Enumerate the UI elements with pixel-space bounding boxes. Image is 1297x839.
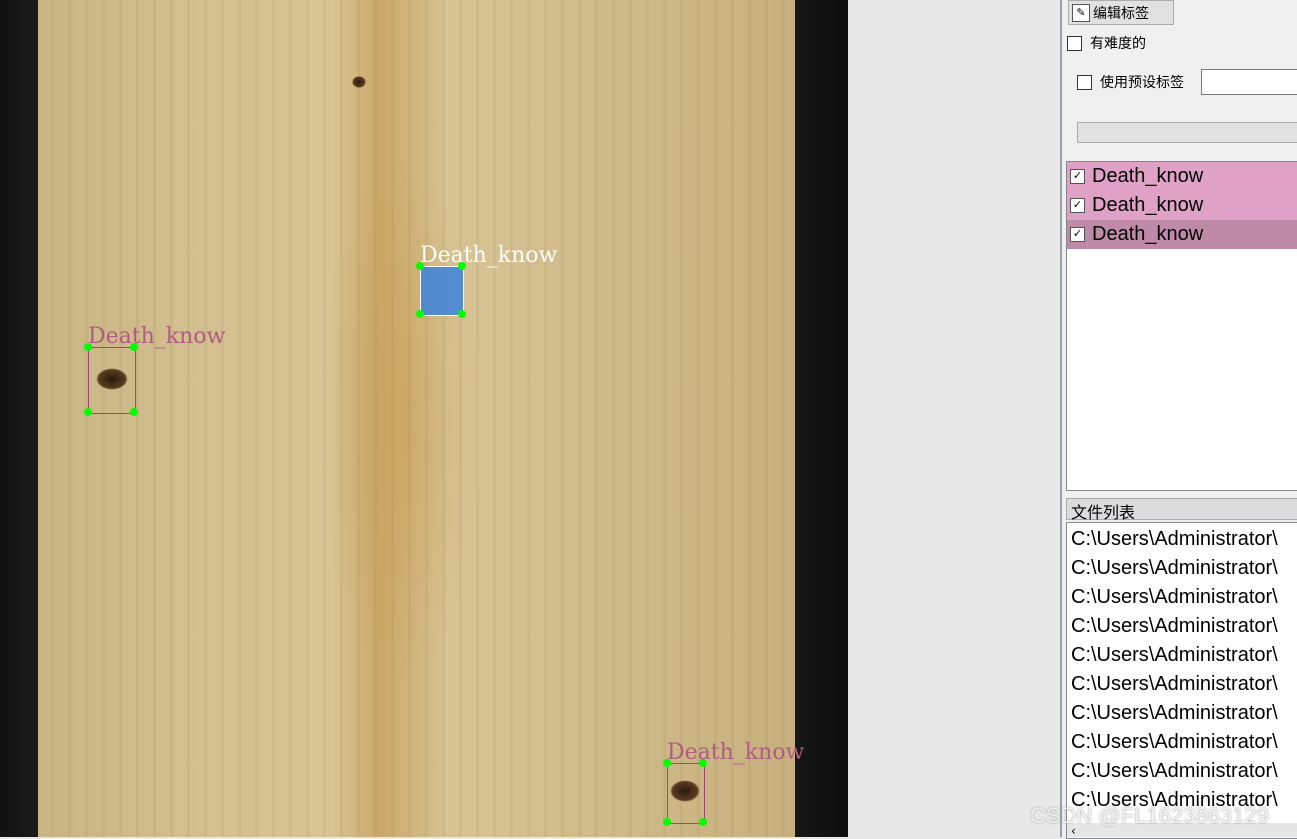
bounding-box[interactable] [667,763,705,824]
vertex-handle[interactable] [84,343,92,351]
file-list-item[interactable]: C:\Users\Administrator\ [1067,697,1297,726]
label-list-item[interactable]: ✓ Death_know [1067,162,1297,191]
wood-image [0,0,848,837]
file-list-item[interactable]: C:\Users\Administrator\ [1067,610,1297,639]
shape-label: Death_know [420,243,558,268]
image-canvas[interactable]: Death_know Death_know Death_know [0,0,1060,837]
vertex-handle[interactable] [458,262,466,270]
label-list-item[interactable]: ✓ Death_know [1067,191,1297,220]
shape-label: Death_know [88,324,226,349]
label-list-item-selected[interactable]: ✓ Death_know [1067,220,1297,249]
label-text: Death_know [1092,223,1204,245]
checkbox[interactable] [1077,74,1092,90]
vertex-handle[interactable] [84,408,92,416]
shape-label: Death_know [667,740,805,765]
edit-label-text: 编辑标签 [1093,5,1149,22]
vertex-handle[interactable] [663,759,671,767]
use-default-label-checkbox[interactable]: 使用预设标签 [1077,72,1184,92]
difficult-label: 有难度的 [1090,36,1146,52]
edit-label-button[interactable]: ✎ 编辑标签 [1068,0,1174,25]
label-text: Death_know [1092,194,1204,216]
knot [352,76,366,88]
labels-panel: ✎ 编辑标签 有难度的 使用预设标签 ✓ Death_know ✓ Death_kn… [1062,0,1297,839]
bounding-box[interactable] [88,347,136,414]
file-list-item[interactable]: C:\Users\Administrator\ [1067,726,1297,755]
vertex-handle[interactable] [699,759,707,767]
watermark: CSDN @FL1623863129 [1030,803,1269,828]
file-list-item[interactable]: C:\Users\Administrator\ [1067,523,1297,552]
vertex-handle[interactable] [130,408,138,416]
bounding-box-selected[interactable] [420,266,464,316]
difficult-checkbox[interactable]: 有难度的 [1067,33,1146,53]
checkbox-checked-icon[interactable]: ✓ [1070,227,1085,242]
checkbox-checked-icon[interactable]: ✓ [1070,169,1085,184]
file-list-item[interactable]: C:\Users\Administrator\ [1067,755,1297,784]
use-default-label-text: 使用预设标签 [1100,75,1184,91]
checkbox[interactable] [1067,35,1082,51]
vertex-handle[interactable] [416,262,424,270]
label-list[interactable]: ✓ Death_know ✓ Death_know ✓ Death_know [1066,161,1297,491]
checkbox-checked-icon[interactable]: ✓ [1070,198,1085,213]
edit-icon: ✎ [1072,3,1090,22]
file-list-item[interactable]: C:\Users\Administrator\ [1067,668,1297,697]
vertex-handle[interactable] [458,310,466,318]
default-label-input[interactable] [1201,69,1297,95]
label-combobox[interactable] [1077,122,1297,143]
file-list-title: 文件列表 [1066,498,1297,522]
vertex-handle[interactable] [416,310,424,318]
label-text: Death_know [1092,165,1204,187]
vertex-handle[interactable] [130,343,138,351]
vertex-handle[interactable] [699,818,707,826]
file-list-item[interactable]: C:\Users\Administrator\ [1067,581,1297,610]
file-list-item[interactable]: C:\Users\Administrator\ [1067,552,1297,581]
vertex-handle[interactable] [663,818,671,826]
file-list[interactable]: C:\Users\Administrator\ C:\Users\Adminis… [1066,522,1297,839]
file-list-item[interactable]: C:\Users\Administrator\ [1067,639,1297,668]
